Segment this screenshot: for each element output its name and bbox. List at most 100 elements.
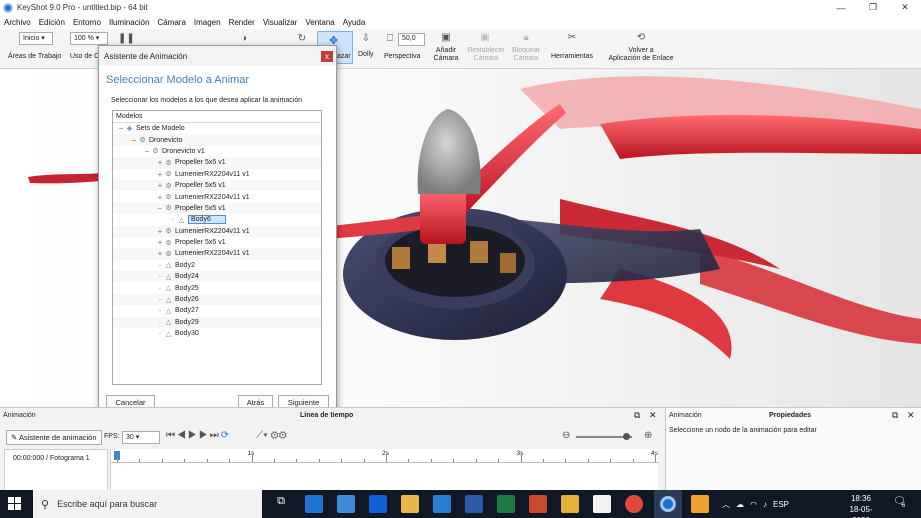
- properties-panel-animation-tab[interactable]: Animación: [669, 412, 702, 419]
- expand-icon[interactable]: +: [156, 227, 164, 236]
- tree-item[interactable]: · △ Body30: [113, 328, 321, 339]
- workspace-select[interactable]: Inicio ▾: [19, 32, 53, 45]
- language-indicator[interactable]: ESP: [773, 500, 789, 509]
- close-window-button[interactable]: ✕: [889, 0, 921, 15]
- lock-camera-button[interactable]: Bloquear Cámara: [508, 47, 544, 63]
- fps-select[interactable]: 30 ▾: [122, 431, 160, 444]
- powerpoint-icon[interactable]: [529, 495, 547, 513]
- tree-item[interactable]: · △ Body26: [113, 293, 321, 306]
- expand-icon[interactable]: +: [156, 170, 164, 179]
- task-view-icon[interactable]: ⧉: [272, 495, 290, 513]
- zoom-in-icon[interactable]: ⊕: [644, 430, 652, 441]
- fov-input[interactable]: 50,0: [398, 33, 425, 46]
- tree-item[interactable]: + ⚙ Propeller 5x5 v1: [113, 237, 321, 248]
- tree-item[interactable]: + ⚙ LumenierRX2204v11 v1: [113, 169, 321, 180]
- tree-item[interactable]: · △ Body24: [113, 271, 321, 283]
- menu-visualizar[interactable]: Visualizar: [263, 18, 298, 27]
- excel-icon[interactable]: [497, 495, 515, 513]
- skip-start-icon[interactable]: ⏮: [166, 430, 177, 441]
- clock[interactable]: 18:36 18-05-2020: [843, 493, 879, 518]
- perspective-label[interactable]: Perspectiva: [384, 53, 421, 60]
- tree-item[interactable]: − ❖ Sets de Modelo: [113, 123, 321, 134]
- word-icon[interactable]: [465, 495, 483, 513]
- reset-camera-button[interactable]: Restablecer Cámara: [465, 47, 507, 63]
- menu-iluminacion[interactable]: Iluminación: [109, 18, 149, 27]
- key-tool-icon[interactable]: ⟋▾: [256, 430, 268, 441]
- tree-item[interactable]: − ⚙ Dronevicto v1: [113, 146, 321, 157]
- dolly-icon[interactable]: ⇩: [359, 33, 373, 45]
- menu-archivo[interactable]: Archivo: [4, 18, 31, 27]
- menu-edicion[interactable]: Edición: [39, 18, 65, 27]
- tray-expand-icon[interactable]: ︿: [722, 499, 730, 510]
- return-to-linked-app-button[interactable]: Volver a Aplicación de Enlace: [603, 47, 679, 63]
- tree-item[interactable]: + ⚙ LumenierRX2204v11 v1: [113, 191, 321, 202]
- expand-icon[interactable]: +: [156, 249, 164, 258]
- menu-render[interactable]: Render: [229, 18, 255, 27]
- expand-icon[interactable]: +: [156, 238, 164, 247]
- menu-ayuda[interactable]: Ayuda: [343, 18, 366, 27]
- tree-item[interactable]: + ⚙ Propeller 5x5 v1: [113, 157, 321, 169]
- menu-imagen[interactable]: Imagen: [194, 18, 221, 27]
- collapse-icon[interactable]: −: [156, 204, 164, 213]
- undock-icon[interactable]: ⧉: [634, 410, 640, 421]
- play-icon[interactable]: ▶: [188, 430, 199, 441]
- properties-undock-icon[interactable]: ⧉: [892, 410, 898, 421]
- fusion-icon[interactable]: [691, 495, 709, 513]
- panel-close-icon[interactable]: ✕: [649, 410, 657, 421]
- properties-close-icon[interactable]: ✕: [907, 410, 915, 421]
- tree-item[interactable]: · △ Body25: [113, 282, 321, 293]
- edge-icon[interactable]: [305, 495, 323, 513]
- tree-item[interactable]: − ⚙ Propeller 5x5 v1: [113, 202, 321, 215]
- file-explorer-icon[interactable]: [401, 495, 419, 513]
- animation-wizard-button[interactable]: ✎ Asistente de animación: [6, 430, 102, 445]
- dialog-close-button[interactable]: x: [321, 51, 333, 62]
- link-app-icon[interactable]: ⟲: [634, 32, 648, 44]
- tools-icon[interactable]: ✂: [565, 32, 579, 44]
- collapse-icon[interactable]: −: [130, 136, 138, 145]
- add-camera-icon[interactable]: ▣: [439, 32, 453, 44]
- tree-item[interactable]: · △ Body29: [113, 316, 321, 329]
- dropbox-icon[interactable]: [369, 495, 387, 513]
- tree-item[interactable]: · △ Body27: [113, 305, 321, 316]
- tree-item[interactable]: − ⚙ Dronevicto: [113, 134, 321, 146]
- step-back-icon[interactable]: ◀: [177, 430, 188, 441]
- tree-item[interactable]: + ⚙ LumenierRX2204v11 v1: [113, 248, 321, 260]
- zoom-select[interactable]: 100 % ▾: [70, 32, 108, 45]
- minimize-button[interactable]: —: [825, 0, 857, 15]
- add-camera-button[interactable]: Añadir Cámara: [428, 47, 464, 63]
- loop-icon[interactable]: ⟳: [221, 430, 231, 441]
- tree-item[interactable]: · △ Body6: [113, 214, 321, 225]
- volume-icon[interactable]: ♪: [763, 500, 767, 509]
- cloud-icon[interactable]: ☁: [736, 500, 744, 509]
- zoom-out-icon[interactable]: ⊖: [562, 430, 570, 441]
- taskbar-search[interactable]: ⚲ Escribe aquí para buscar: [33, 490, 262, 518]
- menu-ventana[interactable]: Ventana: [305, 18, 334, 27]
- expand-icon[interactable]: +: [156, 158, 164, 167]
- collapse-icon[interactable]: −: [117, 124, 125, 133]
- menu-camara[interactable]: Cámara: [157, 18, 185, 27]
- chrome-icon[interactable]: [625, 495, 643, 513]
- refresh-icon[interactable]: ↻: [295, 33, 309, 45]
- tree-item[interactable]: + ⚙ LumenierRX2204v11 v1: [113, 225, 321, 237]
- network-icon[interactable]: ◠: [750, 500, 757, 509]
- expand-icon[interactable]: +: [156, 193, 164, 202]
- notepad-icon[interactable]: [593, 495, 611, 513]
- skip-end-icon[interactable]: ⏭: [210, 430, 221, 441]
- camera-tool-icon[interactable]: ⚙: [279, 430, 287, 441]
- settings-icon[interactable]: ⚙: [271, 430, 279, 441]
- tree-item[interactable]: + ⚙ Propeller 5x5 v1: [113, 179, 321, 192]
- store-icon[interactable]: [337, 495, 355, 513]
- step-forward-icon[interactable]: ▶: [199, 430, 210, 441]
- tools-button[interactable]: Herramientas: [551, 53, 593, 60]
- timeline-zoom-handle[interactable]: [623, 433, 630, 440]
- folder-icon[interactable]: [561, 495, 579, 513]
- windows-start-icon[interactable]: [8, 497, 22, 511]
- mail-icon[interactable]: [433, 495, 451, 513]
- keyshot-taskbar-active[interactable]: [654, 490, 682, 518]
- menu-entorno[interactable]: Entorno: [73, 18, 101, 27]
- pause-icon[interactable]: ❚❚: [118, 33, 135, 45]
- restore-button[interactable]: ❐: [857, 0, 889, 15]
- tree-item[interactable]: · △ Body2: [113, 260, 321, 271]
- timeline-track[interactable]: 1s 2s 3s 4s: [110, 449, 659, 491]
- properties-panel-title[interactable]: Propiedades: [769, 412, 811, 419]
